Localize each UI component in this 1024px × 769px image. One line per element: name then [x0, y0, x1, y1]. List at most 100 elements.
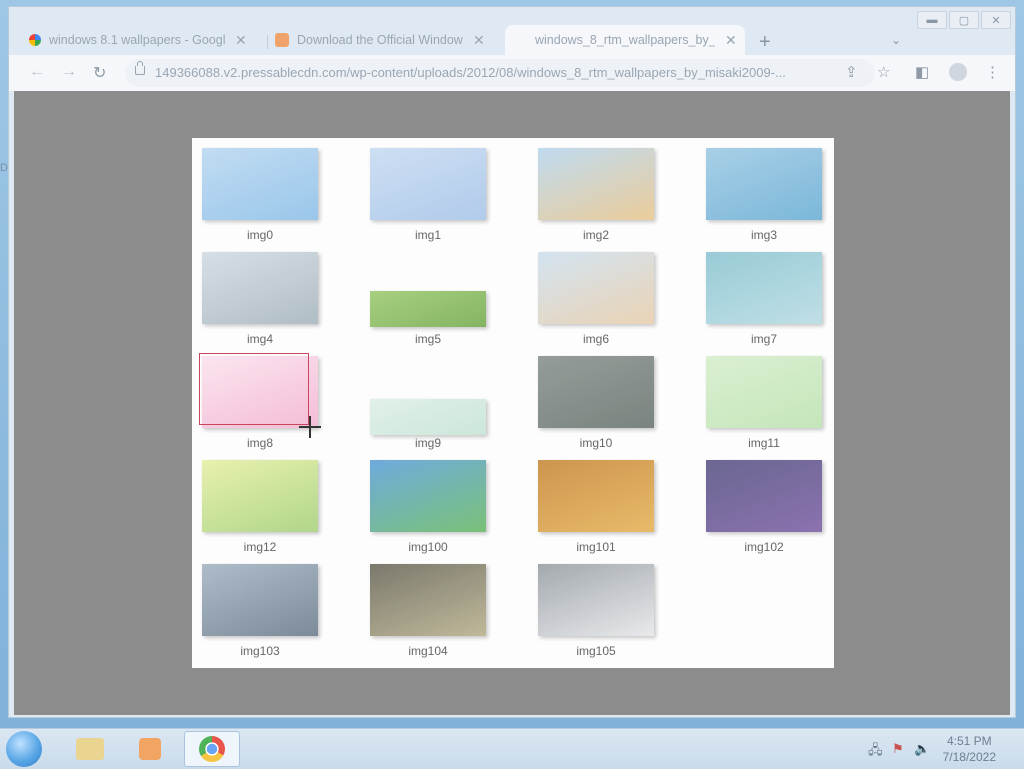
- thumbnail-caption: img105: [576, 644, 616, 658]
- taskbar-chrome[interactable]: [184, 731, 240, 767]
- thumbnail-image[interactable]: [538, 356, 654, 428]
- action-center-flag-icon[interactable]: ⚑: [892, 741, 904, 757]
- crosshair-cursor-icon: [299, 416, 321, 438]
- thumbnail-image[interactable]: [706, 356, 822, 428]
- reload-icon[interactable]: ↻: [93, 63, 106, 83]
- volume-icon[interactable]: 🔈: [914, 741, 930, 757]
- gallery-item-img3[interactable]: img3: [706, 148, 822, 244]
- lock-icon: [135, 61, 145, 75]
- gallery-item-img9[interactable]: img9: [370, 356, 486, 452]
- media-player-icon: [139, 738, 161, 760]
- thumbnail-image[interactable]: [202, 148, 318, 220]
- tab-wallpapers-active[interactable]: windows_8_rtm_wallpapers_by_m ✕: [505, 25, 745, 55]
- tab-strip: windows 8.1 wallpapers - Google ✕ Downlo…: [13, 23, 975, 55]
- thumbnail-image[interactable]: [538, 564, 654, 636]
- thumbnail-caption: img7: [750, 332, 777, 346]
- system-clock[interactable]: 4:51 PM 7/18/2022: [943, 733, 996, 765]
- thumbnail-image[interactable]: [370, 148, 486, 220]
- gallery-item-img102[interactable]: img102: [706, 460, 822, 556]
- thumbnail-caption: img6: [582, 332, 609, 346]
- thumbnail-caption: img2: [582, 228, 609, 242]
- thumbnail-caption: img4: [246, 332, 273, 346]
- thumbnail-image[interactable]: [370, 460, 486, 532]
- new-tab-button[interactable]: +: [759, 31, 771, 54]
- gallery-item-img0[interactable]: img0: [202, 148, 318, 244]
- taskbar: 🖧 ⚑ 🔈 4:51 PM 7/18/2022: [0, 728, 1024, 769]
- forward-arrow-icon[interactable]: →: [61, 63, 77, 81]
- tab-label: windows_8_rtm_wallpapers_by_m: [535, 33, 715, 47]
- thumbnail-caption: img100: [408, 540, 448, 554]
- thumbnail-caption: img5: [414, 332, 441, 346]
- gallery-item-img101[interactable]: img101: [538, 460, 654, 556]
- close-tab-icon[interactable]: ✕: [235, 32, 247, 49]
- thumbnail-caption: img9: [414, 436, 441, 450]
- thumbnail-caption: img102: [744, 540, 784, 554]
- selection-highlight: [199, 353, 309, 425]
- folder-icon: [76, 738, 104, 760]
- thumbnail-image[interactable]: [370, 399, 486, 435]
- close-tab-icon[interactable]: ✕: [725, 32, 737, 49]
- start-button-windows-icon[interactable]: [6, 731, 42, 767]
- thumbnail-caption: img103: [240, 644, 280, 658]
- thumbnail-image[interactable]: [538, 252, 654, 324]
- thumbnail-caption: img10: [579, 436, 613, 450]
- url-text: 149366088.v2.pressablecdn.com/wp-content…: [155, 65, 786, 80]
- gallery-item-img105[interactable]: img105: [538, 564, 654, 660]
- thumbnail-image[interactable]: [202, 564, 318, 636]
- address-bar[interactable]: 149366088.v2.pressablecdn.com/wp-content…: [125, 59, 875, 87]
- side-panel-icon[interactable]: ◧: [915, 63, 929, 81]
- thumbnail-image[interactable]: [202, 460, 318, 532]
- taskbar-file-explorer[interactable]: [62, 731, 118, 767]
- gallery-item-img7[interactable]: img7: [706, 252, 822, 348]
- gallery-item-img4[interactable]: img4: [202, 252, 318, 348]
- thumbnail-image[interactable]: [706, 460, 822, 532]
- thumbnail-caption: img12: [243, 540, 277, 554]
- thumbnail-caption: img11: [748, 436, 780, 450]
- gallery-item-img12[interactable]: img12: [202, 460, 318, 556]
- profile-avatar-icon[interactable]: [949, 63, 967, 81]
- thumbnail-caption: img104: [408, 644, 448, 658]
- gallery-item-img1[interactable]: img1: [370, 148, 486, 244]
- close-tab-icon[interactable]: ✕: [473, 32, 485, 49]
- thumbnail-image[interactable]: [202, 252, 318, 324]
- tab-google-search[interactable]: windows 8.1 wallpapers - Google ✕: [29, 25, 265, 55]
- thumbnail-image[interactable]: [706, 252, 822, 324]
- gallery-item-img2[interactable]: img2: [538, 148, 654, 244]
- chrome-icon: [199, 736, 225, 762]
- thumbnail-image[interactable]: [370, 564, 486, 636]
- back-arrow-icon[interactable]: ←: [29, 63, 45, 81]
- clock-time: 4:51 PM: [946, 734, 992, 748]
- bookmark-star-icon[interactable]: ☆: [877, 63, 890, 81]
- gallery-item-img100[interactable]: img100: [370, 460, 486, 556]
- thumbnail-image[interactable]: [538, 460, 654, 532]
- thumbnail-image[interactable]: [370, 291, 486, 327]
- desktop-edge-fragment: D: [0, 162, 8, 174]
- thumbnail-image[interactable]: [538, 148, 654, 220]
- google-g-icon: [29, 34, 41, 46]
- gallery-item-img103[interactable]: img103: [202, 564, 318, 660]
- thumbnail-caption: img0: [246, 228, 273, 242]
- browser-toolbar: ← → ↻ 149366088.v2.pressablecdn.com/wp-c…: [9, 55, 1015, 91]
- taskbar-media-player[interactable]: [122, 731, 178, 767]
- image-gallery: img0 img1 img2 img3 img4 img5 img6 img7 img8 img9…: [192, 138, 834, 668]
- thumbnail-caption: img8: [246, 436, 273, 450]
- page-viewport: img0 img1 img2 img3 img4 img5 img6 img7 img8 img9…: [14, 91, 1010, 715]
- tab-label: Download the Official Windows: [297, 33, 463, 47]
- browser-window: ▬ ▢ ✕ windows 8.1 wallpapers - Google ✕ …: [8, 6, 1016, 718]
- tab-download-windows[interactable]: Download the Official Windows ✕: [275, 25, 501, 55]
- gallery-item-img6[interactable]: img6: [538, 252, 654, 348]
- menu-kebab-icon[interactable]: ⋮: [985, 63, 1000, 81]
- gallery-item-img104[interactable]: img104: [370, 564, 486, 660]
- network-icon[interactable]: 🖧: [868, 741, 883, 763]
- gallery-item-img5[interactable]: img5: [370, 252, 486, 348]
- thumbnail-caption: img1: [414, 228, 441, 242]
- gallery-item-img10[interactable]: img10: [538, 356, 654, 452]
- thumbnail-image[interactable]: [706, 148, 822, 220]
- close-window-button[interactable]: ✕: [981, 11, 1011, 29]
- clock-date: 7/18/2022: [942, 750, 996, 764]
- thumbnail-caption: img101: [576, 540, 616, 554]
- share-icon[interactable]: ⇪: [845, 63, 858, 81]
- thumbnail-caption: img3: [750, 228, 777, 242]
- gallery-item-img11[interactable]: img11: [706, 356, 822, 452]
- tab-search-chevron-icon[interactable]: ⌄: [891, 33, 901, 47]
